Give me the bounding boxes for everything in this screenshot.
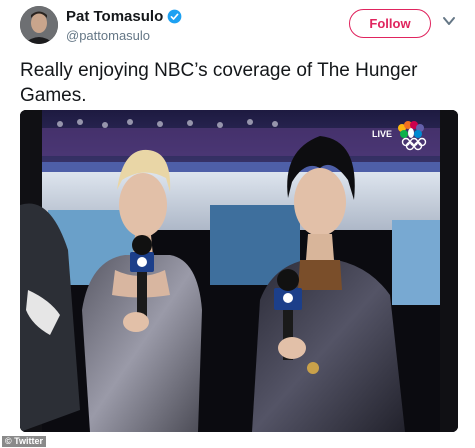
verified-badge-icon [167, 9, 182, 24]
live-badge: LIVE [372, 129, 392, 139]
follow-button[interactable]: Follow [349, 9, 431, 38]
user-name-row[interactable]: Pat Tomasulo [66, 8, 182, 25]
broadcast-photo: LIVE [20, 110, 458, 432]
display-name[interactable]: Pat Tomasulo [66, 8, 163, 25]
tweet-photo[interactable]: LIVE [20, 110, 458, 432]
image-credit: © Twitter [2, 436, 46, 447]
chevron-down-icon[interactable] [442, 14, 456, 28]
tweet-text: Really enjoying NBC’s coverage of The Hu… [20, 60, 418, 106]
profile-photo-icon [20, 6, 58, 44]
user-handle[interactable]: @pattomasulo [66, 28, 150, 43]
avatar[interactable] [20, 6, 58, 44]
